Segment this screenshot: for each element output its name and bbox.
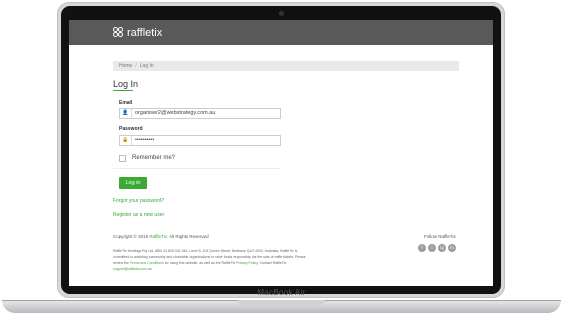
app-header: raffletix	[69, 20, 493, 45]
breadcrumb-separator: /	[135, 63, 137, 69]
legal-text: RaffleTix Holdings Pty Ltd, ABN 24 625 0…	[113, 248, 353, 272]
camera-icon	[279, 11, 284, 16]
copyright: Copyright © 2019 RaffleTix. All Rights R…	[113, 234, 209, 239]
email-label: Email	[119, 100, 133, 106]
user-icon: 👤	[120, 109, 132, 118]
title-underline	[113, 90, 133, 91]
breadcrumb-home[interactable]: Home	[119, 63, 132, 69]
legal-3-mid: for using this website, as well as the R…	[163, 261, 237, 265]
twitter-icon[interactable]: t	[428, 244, 436, 252]
breadcrumb: Home / Log In	[113, 61, 459, 71]
lock-icon: 🔒	[120, 136, 132, 145]
remember-checkbox[interactable]	[119, 155, 126, 162]
follow-label: Follow RaffleTix	[424, 234, 456, 239]
linkedin-icon[interactable]: in	[448, 244, 456, 252]
browser-screen: raffletix Home / Log In Log In Email 👤 org…	[69, 20, 493, 286]
form-divider	[113, 168, 281, 169]
email-field[interactable]: 👤 organiser2@webstrategy.com.au	[119, 108, 281, 119]
login-button[interactable]: Log in	[119, 177, 147, 189]
password-label: Password	[119, 126, 143, 132]
forgot-password-link[interactable]: Forgot your password?	[113, 198, 164, 204]
remember-label: Remember me?	[132, 155, 176, 161]
facebook-icon[interactable]: f	[418, 244, 426, 252]
legal-3-suffix: . Contact RaffleTix	[257, 261, 287, 265]
device-label: MacBook Air	[257, 288, 306, 297]
logo-icon	[113, 27, 125, 39]
terms-link[interactable]: Terms and Conditions	[130, 261, 164, 265]
email-value: organiser2@webstrategy.com.au	[135, 110, 216, 116]
page-title: Log In	[113, 79, 139, 89]
brand-logo[interactable]: raffletix	[113, 26, 162, 40]
instagram-icon[interactable]: ig	[438, 244, 446, 252]
copyright-suffix: . All Rights Reserved	[166, 234, 209, 239]
support-email-link[interactable]: support@raffletix.com.au	[113, 266, 353, 272]
breadcrumb-current: Log In	[139, 63, 154, 69]
laptop-notch	[238, 300, 325, 305]
brand-name: raffletix	[127, 27, 163, 39]
copyright-brand-link[interactable]: RaffleTix	[149, 234, 167, 239]
legal-3-prefix: review the	[113, 261, 130, 265]
register-link[interactable]: Register as a new user	[113, 212, 164, 218]
copyright-prefix: Copyright © 2019	[113, 234, 150, 239]
password-field[interactable]: 🔒 ••••••••••	[119, 135, 281, 146]
privacy-link[interactable]: Privacy Policy	[236, 261, 258, 265]
password-value: ••••••••••	[135, 137, 155, 143]
